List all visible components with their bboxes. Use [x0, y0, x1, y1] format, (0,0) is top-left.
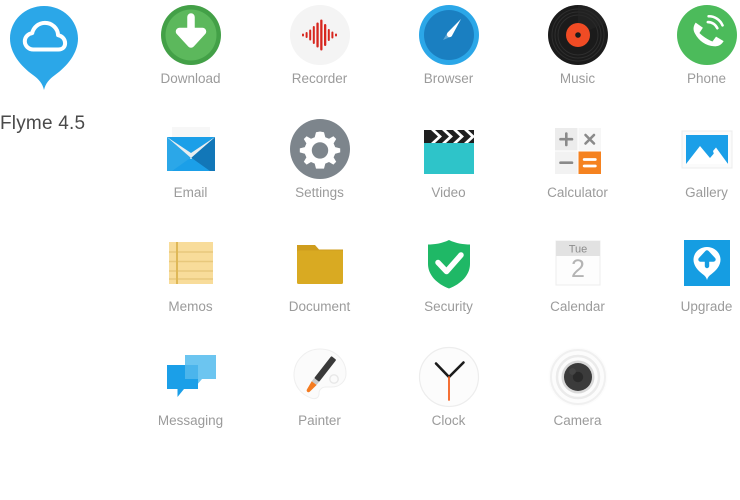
app-label: Download: [160, 71, 221, 86]
app-label: Document: [288, 299, 351, 314]
app-label: Painter: [298, 413, 341, 428]
camera-lens-icon: [513, 342, 642, 412]
calculator-keys-icon: [513, 114, 642, 184]
app-tile-document[interactable]: Document: [255, 228, 384, 342]
app-tile-phone[interactable]: Phone: [642, 0, 740, 114]
app-tile-email[interactable]: Email: [126, 114, 255, 228]
app-label: Messaging: [157, 413, 224, 428]
app-tile-download[interactable]: Download: [126, 0, 255, 114]
app-tile-gallery[interactable]: Gallery: [642, 114, 740, 228]
app-tile-browser[interactable]: Browser: [384, 0, 513, 114]
app-tile-recorder[interactable]: Recorder: [255, 0, 384, 114]
app-label: Clock: [431, 413, 466, 428]
app-tile-video[interactable]: Video: [384, 114, 513, 228]
app-label: Security: [424, 299, 473, 314]
download-arrow-icon: [126, 0, 255, 70]
app-tile-music[interactable]: Music: [513, 0, 642, 114]
app-tile-upgrade[interactable]: Upgrade: [642, 228, 740, 342]
compass-icon: [384, 0, 513, 70]
app-tile-clock[interactable]: Clock: [384, 342, 513, 456]
shield-check-icon: [384, 228, 513, 298]
envelope-icon: [126, 114, 255, 184]
folder-icon: [255, 228, 384, 298]
app-tile-calendar[interactable]: Tue 2 Calendar: [513, 228, 642, 342]
app-label: Phone: [686, 71, 727, 86]
clapperboard-icon: [384, 114, 513, 184]
brand-name: Flyme 4.5: [0, 113, 86, 134]
calendar-icon: Tue 2: [513, 228, 642, 298]
app-label: Recorder: [291, 71, 348, 86]
app-tile-painter[interactable]: Painter: [255, 342, 384, 456]
app-label: Camera: [553, 413, 602, 428]
app-tile-messaging[interactable]: Messaging: [126, 342, 255, 456]
gear-icon: [255, 114, 384, 184]
waveform-icon: [255, 0, 384, 70]
vinyl-record-icon: [513, 0, 642, 70]
analog-clock-icon: [384, 342, 513, 412]
speech-bubbles-icon: [126, 342, 255, 412]
cloud-balloon-icon: [8, 5, 80, 91]
app-label: Settings: [295, 185, 344, 200]
app-grid: Download Recorder Browser Music Phone Em…: [126, 0, 740, 500]
notepad-icon: [126, 228, 255, 298]
app-label: Music: [559, 71, 596, 86]
app-tile-calculator[interactable]: Calculator: [513, 114, 642, 228]
app-label: Memos: [168, 299, 213, 314]
phone-handset-icon: [642, 0, 740, 70]
paintbrush-icon: [255, 342, 384, 412]
app-label: Calendar: [550, 299, 605, 314]
app-label: Browser: [423, 71, 474, 86]
app-tile-camera[interactable]: Camera: [513, 342, 642, 456]
app-tile-memos[interactable]: Memos: [126, 228, 255, 342]
app-label: Upgrade: [680, 299, 733, 314]
brand-block: Flyme 4.5: [0, 0, 140, 150]
app-label: Gallery: [685, 185, 728, 200]
app-tile-settings[interactable]: Settings: [255, 114, 384, 228]
upgrade-balloon-icon: [642, 228, 740, 298]
app-label: Video: [431, 185, 466, 200]
app-tile-security[interactable]: Security: [384, 228, 513, 342]
app-label: Calculator: [547, 185, 608, 200]
mountain-photo-icon: [642, 114, 740, 184]
app-label: Email: [173, 185, 208, 200]
calendar-day: 2: [571, 255, 585, 283]
calendar-weekday: Tue: [568, 244, 587, 256]
